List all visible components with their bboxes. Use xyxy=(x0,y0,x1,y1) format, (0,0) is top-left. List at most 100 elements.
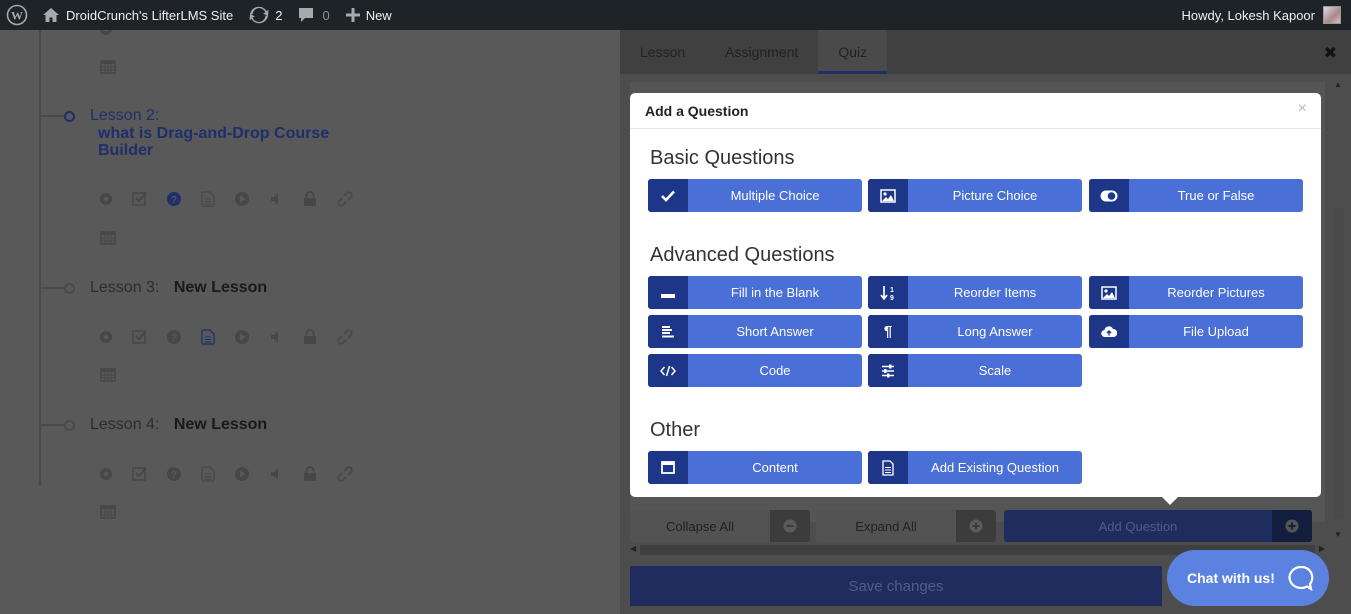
quiz-question-icon[interactable]: ? xyxy=(166,465,200,483)
scale-button[interactable]: Scale xyxy=(868,354,1082,387)
lesson-title[interactable]: Lesson 4: New Lesson xyxy=(90,416,267,434)
svg-text:9: 9 xyxy=(890,295,894,301)
lock-icon[interactable] xyxy=(302,190,336,208)
button-label: Picture Choice xyxy=(952,188,1038,203)
sliders-icon xyxy=(868,354,908,387)
close-modal-icon[interactable]: × xyxy=(1298,100,1307,118)
checkbox-icon[interactable] xyxy=(132,328,166,346)
video-play-icon[interactable] xyxy=(234,465,268,483)
button-label: Reorder Pictures xyxy=(1167,285,1265,300)
lesson-name: New Lesson xyxy=(173,416,268,433)
cloud-upload-icon xyxy=(1089,315,1129,348)
svg-text:?: ? xyxy=(171,195,177,206)
reorder-items-button[interactable]: 19 Reorder Items xyxy=(868,276,1082,309)
audio-icon[interactable] xyxy=(268,328,302,346)
paragraph-icon: ¶ xyxy=(868,315,908,348)
video-play-icon[interactable] xyxy=(234,190,268,208)
content-button[interactable]: Content xyxy=(648,451,862,484)
add-question-button[interactable]: Add Question xyxy=(1004,510,1312,542)
wordpress-logo-button[interactable]: W xyxy=(0,0,34,30)
tab-assignment[interactable]: Assignment xyxy=(705,30,818,74)
button-label: Content xyxy=(752,460,798,475)
collapse-all-label: Collapse All xyxy=(666,518,734,534)
scroll-down-arrow-icon[interactable]: ▼ xyxy=(1334,530,1342,539)
fill-in-the-blank-button[interactable]: Fill in the Blank xyxy=(648,276,862,309)
updates-link[interactable]: 2 xyxy=(241,0,290,30)
gear-icon[interactable] xyxy=(98,465,132,483)
lock-icon[interactable] xyxy=(302,328,336,346)
multiple-choice-button[interactable]: Multiple Choice xyxy=(648,179,862,212)
add-existing-question-button[interactable]: Add Existing Question xyxy=(868,451,1082,484)
close-panel-icon[interactable]: ✖ xyxy=(1324,43,1337,63)
lock-icon[interactable] xyxy=(302,465,336,483)
reorder-pictures-button[interactable]: Reorder Pictures xyxy=(1089,276,1303,309)
user-account-menu[interactable]: Howdy, Lokesh Kapoor xyxy=(1174,0,1351,30)
quiz-question-icon[interactable]: ? xyxy=(166,328,200,346)
unlink-icon[interactable] xyxy=(336,190,370,208)
button-label: Code xyxy=(759,363,791,378)
assignment-document-icon[interactable] xyxy=(200,190,234,208)
gear-icon[interactable] xyxy=(98,30,132,38)
updates-count: 2 xyxy=(275,7,283,23)
section-title-advanced: Advanced Questions xyxy=(650,244,835,266)
svg-text:?: ? xyxy=(171,333,177,344)
site-name-link[interactable]: DroidCrunch's LifterLMS Site xyxy=(34,0,241,30)
save-changes-button[interactable]: Save changes xyxy=(630,566,1162,606)
calendar-icon[interactable] xyxy=(100,229,116,250)
quiz-question-icon[interactable]: ? xyxy=(166,190,200,208)
audio-icon[interactable] xyxy=(268,465,302,483)
user-greeting: Howdy, Lokesh Kapoor xyxy=(1181,7,1315,23)
vertical-scrollbar[interactable]: ▲ ▼ xyxy=(1332,80,1344,550)
lesson-node xyxy=(64,420,75,431)
checkbox-icon[interactable] xyxy=(132,465,166,483)
tab-quiz[interactable]: Quiz xyxy=(818,30,888,74)
file-upload-button[interactable]: File Upload xyxy=(1089,315,1303,348)
lesson-name: New Lesson xyxy=(173,279,268,296)
plus-circle-icon xyxy=(956,510,996,542)
comments-count: 0 xyxy=(322,7,330,23)
true-or-false-button[interactable]: True or False xyxy=(1089,179,1303,212)
scroll-left-arrow-icon[interactable]: ◀ xyxy=(630,544,636,553)
short-answer-button[interactable]: Short Answer xyxy=(648,315,862,348)
chat-widget-button[interactable]: Chat with us! xyxy=(1167,550,1329,606)
assignment-document-icon[interactable] xyxy=(200,328,234,346)
button-label: Short Answer xyxy=(736,324,814,339)
unlink-icon[interactable] xyxy=(336,465,370,483)
button-label: Long Answer xyxy=(957,324,1033,339)
button-label: File Upload xyxy=(1183,324,1249,339)
code-button[interactable]: Code xyxy=(648,354,862,387)
button-label: Multiple Choice xyxy=(730,188,820,203)
audio-icon[interactable] xyxy=(268,190,302,208)
video-play-icon[interactable] xyxy=(234,328,268,346)
lesson-node xyxy=(64,283,75,294)
lesson-title[interactable]: Lesson 3: New Lesson xyxy=(90,279,267,297)
sort-numeric-icon: 19 xyxy=(868,276,908,309)
scroll-right-arrow-icon[interactable]: ▶ xyxy=(1319,544,1325,553)
comments-link[interactable]: 0 xyxy=(290,0,337,30)
image-icon xyxy=(868,179,908,212)
lesson-node xyxy=(64,111,75,122)
section-title-other: Other xyxy=(650,419,701,441)
unlink-icon[interactable] xyxy=(336,328,370,346)
lesson-number: Lesson 3: xyxy=(90,279,160,296)
lesson-number: Lesson 2: xyxy=(90,107,160,124)
long-answer-button[interactable]: ¶ Long Answer xyxy=(868,315,1082,348)
gear-icon[interactable] xyxy=(98,328,132,346)
scrollbar-thumb[interactable] xyxy=(1334,208,1344,518)
expand-all-button[interactable]: Expand All xyxy=(816,510,996,542)
assignment-document-icon[interactable] xyxy=(200,465,234,483)
avatar xyxy=(1323,6,1341,24)
window-icon xyxy=(648,451,688,484)
lesson-title[interactable]: Lesson 2: what is Drag-and-Drop Course B… xyxy=(90,107,358,159)
checkbox-icon[interactable] xyxy=(132,190,166,208)
new-content-link[interactable]: New xyxy=(338,0,400,30)
button-label: Fill in the Blank xyxy=(730,285,820,300)
picture-choice-button[interactable]: Picture Choice xyxy=(868,179,1082,212)
tab-lesson[interactable]: Lesson xyxy=(620,30,705,74)
calendar-icon[interactable] xyxy=(100,366,116,387)
gear-icon[interactable] xyxy=(98,190,132,208)
calendar-icon[interactable] xyxy=(100,58,116,79)
calendar-icon[interactable] xyxy=(100,503,116,524)
scroll-up-arrow-icon[interactable]: ▲ xyxy=(1334,80,1342,89)
collapse-all-button[interactable]: Collapse All xyxy=(630,510,810,542)
